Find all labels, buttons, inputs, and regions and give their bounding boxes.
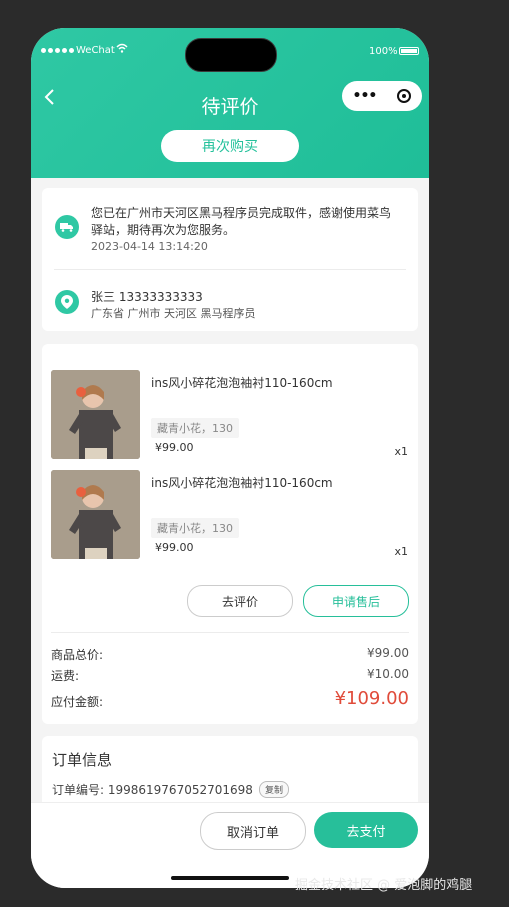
wifi-icon [116, 42, 128, 56]
divider [54, 269, 406, 270]
payable-label: 应付金额: [51, 695, 104, 709]
product-name[interactable]: ins风小碎花泡泡袖衬110-160cm [151, 474, 333, 491]
status-bar: WeChat 100% [31, 28, 429, 76]
order-info-title: 订单信息 [52, 751, 113, 769]
product-image[interactable] [51, 470, 140, 559]
pay-button[interactable]: 去支付 [314, 812, 418, 848]
product-image[interactable] [51, 370, 140, 459]
rebuy-button[interactable]: 再次购买 [161, 130, 299, 162]
header: WeChat 100% 待评价 ••• 再次购买 [31, 28, 429, 178]
battery-label: 100% [369, 46, 398, 57]
location-icon [55, 290, 79, 314]
receiver-address: 广东省 广州市 天河区 黑马程序员 [91, 307, 256, 320]
logistics-message: 您已在广州市天河区黑马程序员完成取件，感谢使用菜鸟驿站，期待再次为您服务。 [91, 206, 392, 237]
review-button[interactable]: 去评价 [187, 585, 293, 617]
shipping-label: 运费: [51, 669, 80, 683]
truck-icon [55, 215, 79, 239]
close-miniprogram-icon[interactable] [397, 89, 412, 103]
more-icon[interactable]: ••• [353, 88, 378, 104]
carrier-label: WeChat [76, 45, 115, 56]
product-spec: 藏青小花，130 [151, 518, 239, 538]
after-sale-button[interactable]: 申请售后 [303, 585, 409, 617]
home-indicator [171, 876, 289, 880]
goods-card: ins风小碎花泡泡袖衬110-160cm 藏青小花，130 ¥99.00 x1 … [42, 344, 418, 724]
watermark: 掘金技术社区 @ 爱泡脚的鸡腿 [295, 878, 473, 893]
receiver-name-phone: 张三 13333333333 [91, 290, 203, 304]
copy-button[interactable]: 复制 [259, 781, 290, 798]
signal-icon [41, 48, 74, 53]
mini-program-capsule[interactable]: ••• [342, 81, 422, 111]
product-qty: x1 [394, 445, 408, 458]
order-number: 订单编号: 19986197670527016­98 [52, 783, 253, 797]
goods-total-label: 商品总价: [51, 648, 104, 662]
shipping-value: ¥10.00 [367, 667, 409, 681]
cancel-order-button[interactable]: 取消订单 [200, 812, 306, 850]
product-spec: 藏青小花，130 [151, 418, 239, 438]
payable-amount: ¥109.00 [334, 688, 409, 709]
divider [51, 632, 409, 633]
logistics-time: 2023-04-14 13:14:20 [91, 240, 208, 253]
dynamic-island [185, 38, 277, 72]
product-price: ¥99.00 [155, 441, 194, 454]
logistics-card: 您已在广州市天河区黑马程序员完成取件，感谢使用菜鸟驿站，期待再次为您服务。 20… [42, 188, 418, 331]
battery-icon [399, 47, 419, 55]
phone-frame: WeChat 100% 待评价 ••• 再次购买 您已在广州市天河区黑马程序员完… [31, 28, 429, 888]
product-qty: x1 [394, 545, 408, 558]
product-price: ¥99.00 [155, 541, 194, 554]
product-name[interactable]: ins风小碎花泡泡袖衬110-160cm [151, 374, 333, 391]
goods-total-value: ¥99.00 [367, 646, 409, 660]
